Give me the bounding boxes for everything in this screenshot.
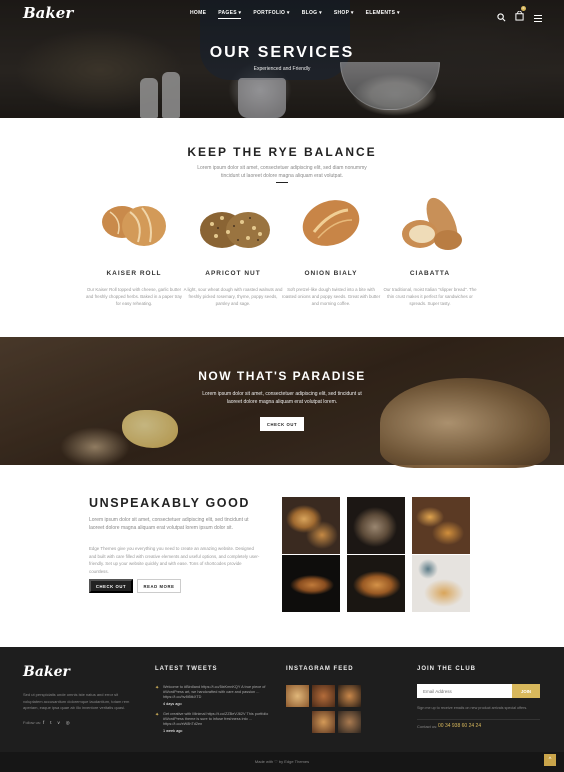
instagram-thumb[interactable] — [312, 711, 335, 733]
email-input[interactable] — [417, 684, 512, 698]
good-title: UNSPEAKABLY GOOD — [89, 496, 251, 510]
club-title: JOIN THE CLUB — [417, 666, 477, 672]
apricot-nut-image — [198, 204, 272, 257]
footer-logo[interactable]: Baker — [23, 664, 70, 680]
instagram-thumb[interactable] — [338, 685, 361, 707]
instagram-title: INSTAGRAM FEED — [286, 666, 354, 672]
tweet-text[interactable]: Get creative with Minimal https://t.co/Z… — [163, 712, 275, 728]
instagram-thumb[interactable] — [338, 711, 361, 733]
scroll-to-top-button[interactable]: ^ — [544, 754, 556, 766]
tweet-time: 1 week ago — [163, 729, 183, 733]
nav-portfolio[interactable]: PORTFOLIO ▾ — [253, 10, 289, 19]
check-out-button[interactable]: CHECK OUT — [260, 417, 304, 431]
product-name: APRICOT NUT — [205, 270, 261, 277]
join-button[interactable]: JOIN — [512, 684, 540, 698]
cart-count-badge: 0 — [521, 6, 526, 11]
good-text: Lorem ipsum dolor sit amet, consectetuer… — [89, 517, 249, 531]
logo[interactable]: Baker — [23, 4, 73, 22]
twitter-icon: ✦ — [155, 712, 160, 718]
search-icon[interactable] — [497, 9, 506, 27]
footer-about: Sed ut perspiciatis unde omnis iste natu… — [23, 692, 130, 710]
twitter-icon: ✦ — [155, 685, 160, 691]
gallery-image[interactable] — [347, 555, 405, 612]
title-divider — [276, 182, 288, 183]
tweet-text[interactable]: Welcome to #Birdland https://t.co/5ixKmn… — [163, 685, 275, 701]
kaiser-roll-image — [98, 198, 170, 255]
rye-text: Lorem ipsum dolor sit amet, consectetuer… — [197, 165, 367, 179]
contact-phone[interactable]: 00 34 938 60 24 24 — [438, 723, 481, 729]
nav-pages[interactable]: PAGES ▾ — [218, 10, 242, 19]
copyright: Made with ♡ by Edge Themes — [254, 759, 310, 764]
ciabatta-image — [398, 196, 468, 261]
hero-title: OUR SERVICES — [209, 44, 355, 61]
social-icons: f t v ◎ — [43, 720, 70, 726]
nav-elements[interactable]: ELEMENTS ▾ — [366, 10, 400, 19]
gallery-image[interactable] — [282, 555, 340, 612]
instagram-thumb[interactable] — [312, 685, 335, 707]
read-more-button[interactable]: READ MORE — [137, 579, 181, 593]
product-description: Our traditional, moist Italian "slipper … — [383, 287, 477, 306]
good-text-secondary: Edge Themes give you everything you need… — [89, 546, 260, 574]
contact-label: Contact us: — [417, 724, 438, 729]
nav-shop[interactable]: SHOP ▾ — [334, 10, 354, 19]
product-description: A light, sour wheat dough with roasted w… — [183, 287, 283, 306]
instagram-icon[interactable]: ◎ — [66, 720, 70, 726]
main-nav: HOME PAGES ▾ PORTFOLIO ▾ BLOG ▾ SHOP ▾ E… — [190, 10, 400, 19]
tweet-time: 4 days ago — [163, 702, 182, 706]
menu-icon[interactable] — [534, 9, 542, 27]
hero-subtitle: Experienced and Friendly — [253, 66, 311, 72]
twitter-icon[interactable]: t — [50, 720, 51, 726]
tweets-title: LATEST TWEETS — [155, 666, 218, 672]
rye-title: KEEP THE RYE BALANCE — [187, 145, 377, 159]
onion-bialy-image — [300, 198, 362, 253]
gallery-image[interactable] — [412, 555, 470, 612]
vimeo-icon[interactable]: v — [58, 720, 60, 726]
paradise-title: NOW THAT'S PARADISE — [198, 369, 366, 383]
product-description: Our Kaiser Roll topped with cheese, garl… — [86, 287, 182, 306]
nav-blog[interactable]: BLOG ▾ — [302, 10, 322, 19]
follow-label: Follow us: — [23, 720, 42, 725]
footer-divider — [417, 719, 540, 720]
check-out-button[interactable]: CHECK OUT — [89, 579, 133, 593]
gallery-image[interactable] — [282, 497, 340, 554]
nav-home[interactable]: HOME — [190, 10, 206, 19]
signup-text: Sign me up to receive emails on new prod… — [417, 706, 528, 710]
instagram-thumb[interactable] — [286, 685, 309, 707]
product-name: CIABATTA — [409, 270, 451, 277]
gallery-image[interactable] — [347, 497, 405, 554]
product-name: KAISER ROLL — [106, 270, 162, 277]
product-description: Soft pretzel-like dough twisted into a b… — [281, 287, 381, 306]
gallery-image[interactable] — [412, 497, 470, 554]
paradise-text: Lorem ipsum dolor sit amet, consectetuer… — [202, 391, 362, 405]
product-name: ONION BIALY — [304, 270, 358, 277]
facebook-icon[interactable]: f — [43, 720, 44, 726]
